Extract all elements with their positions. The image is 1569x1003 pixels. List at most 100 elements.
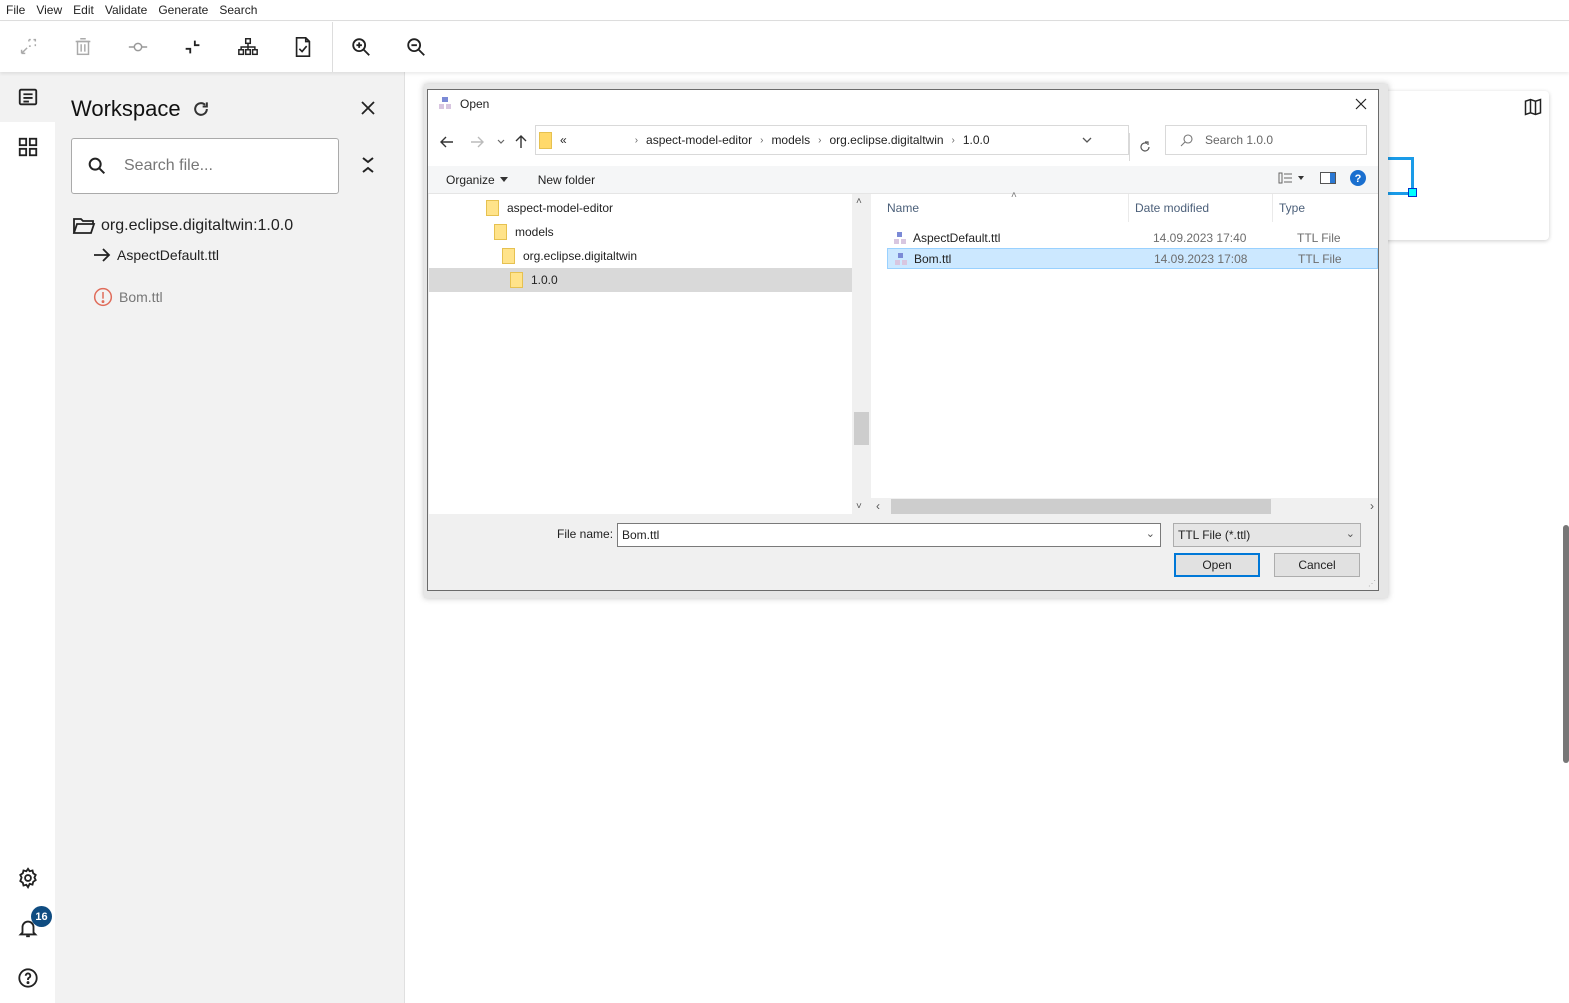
file-name-label: File name:: [557, 527, 614, 541]
file-type-value: TTL File (*.ttl): [1178, 528, 1251, 542]
menu-search[interactable]: Search: [219, 3, 257, 17]
preview-pane-button[interactable]: [1320, 172, 1336, 184]
rail-bottom: 16: [0, 853, 55, 1003]
tree-scrollbar[interactable]: ˄ ˅: [853, 194, 870, 514]
zoom-out-button[interactable]: [388, 22, 443, 72]
menu-file[interactable]: File: [6, 3, 25, 17]
help-icon: [17, 968, 38, 988]
tree-item[interactable]: org.eclipse.digitaltwin: [429, 244, 852, 268]
map-icon[interactable]: [1523, 97, 1543, 122]
column-header-name[interactable]: Name: [871, 194, 1129, 222]
ttl-file-icon: [895, 252, 907, 265]
scroll-down-icon[interactable]: ˅: [856, 501, 862, 512]
breadcrumb-item[interactable]: models: [771, 133, 810, 147]
caret-down-icon: [499, 177, 508, 182]
gear-icon: [18, 867, 37, 889]
tree-item-selected[interactable]: 1.0.0: [429, 268, 852, 292]
tree-item-label: models: [515, 225, 554, 239]
address-refresh-button[interactable]: [1129, 133, 1159, 161]
help-button[interactable]: [0, 953, 55, 1003]
address-dropdown-button[interactable]: [1082, 133, 1092, 147]
tree-item[interactable]: models: [429, 220, 852, 244]
file-date: 14.09.2023 17:40: [1153, 230, 1247, 245]
breadcrumb-item[interactable]: org.eclipse.digitaltwin: [829, 133, 943, 147]
preview-pane-icon: [1320, 172, 1336, 184]
arrow-right-icon: [94, 248, 111, 262]
breadcrumb-overflow[interactable]: «: [560, 133, 567, 147]
folder-tree: aspect-model-editor models org.eclipse.d…: [429, 194, 852, 514]
fit-to-screen-button[interactable]: [0, 22, 55, 72]
namespace-label: org.eclipse.digitaltwin:1.0.0: [101, 217, 294, 234]
dialog-search-field[interactable]: Search 1.0.0: [1165, 125, 1367, 155]
view-controls: ?: [1264, 170, 1366, 186]
menu-edit[interactable]: Edit: [73, 3, 94, 17]
format-button[interactable]: [220, 22, 275, 72]
workspace-file-bom[interactable]: Bom.ttl: [93, 287, 163, 307]
file-row-selected[interactable]: Bom.ttl 14.09.2023 17:08 TTL File: [887, 248, 1378, 269]
refresh-button[interactable]: [191, 99, 211, 119]
forward-button[interactable]: [466, 131, 488, 153]
connect-button[interactable]: [110, 22, 165, 72]
delete-button[interactable]: [55, 22, 110, 72]
breadcrumb-item[interactable]: aspect-model-editor: [646, 133, 752, 147]
error-icon: [93, 287, 113, 307]
tree-item[interactable]: aspect-model-editor: [429, 196, 852, 220]
breadcrumb-item[interactable]: 1.0.0: [963, 133, 990, 147]
column-header-date[interactable]: Date modified: [1129, 194, 1273, 222]
workspace-file-aspectdefault[interactable]: AspectDefault.ttl: [93, 247, 219, 263]
scrollbar-thumb[interactable]: [854, 412, 869, 445]
folder-icon: [486, 200, 499, 216]
chevron-down-icon[interactable]: ⌄: [1146, 527, 1155, 540]
dialog-search-placeholder: Search 1.0.0: [1205, 133, 1274, 147]
toolbar: [0, 22, 1569, 72]
menu-view[interactable]: View: [36, 3, 62, 17]
dialog-titlebar[interactable]: Open: [428, 90, 1378, 118]
recent-locations-button[interactable]: [490, 131, 512, 153]
open-button[interactable]: Open: [1174, 553, 1260, 577]
scrollbar-thumb[interactable]: [891, 499, 1271, 514]
address-bar[interactable]: « › aspect-model-editor › models › org.e…: [535, 125, 1150, 161]
close-sidebar-button[interactable]: [357, 97, 379, 119]
settings-button[interactable]: [0, 853, 55, 903]
refresh-icon: [193, 102, 208, 116]
search-file-input[interactable]: [124, 157, 324, 175]
scroll-left-icon[interactable]: ‹: [876, 499, 880, 513]
workspace-header: Workspace: [71, 96, 211, 122]
validate-button[interactable]: [275, 22, 330, 72]
notification-badge: 16: [31, 906, 52, 927]
svg-text:?: ?: [1355, 173, 1362, 185]
rail-workspace-button[interactable]: [0, 72, 55, 122]
file-type-select[interactable]: TTL File (*.ttl) ⌄: [1173, 523, 1361, 547]
rail-elements-button[interactable]: [0, 122, 55, 172]
minimap-resize-handle[interactable]: [1408, 188, 1417, 197]
new-folder-button[interactable]: New folder: [538, 173, 595, 187]
collapse-button[interactable]: [165, 22, 220, 72]
namespace-row[interactable]: org.eclipse.digitaltwin:1.0.0: [72, 216, 293, 236]
refresh-icon: [1139, 141, 1150, 152]
file-name: AspectDefault.ttl: [913, 230, 1001, 245]
canvas-scrollbar[interactable]: [1563, 525, 1569, 763]
zoom-in-button[interactable]: [333, 22, 388, 72]
dialog-close-button[interactable]: [1352, 95, 1370, 113]
back-button[interactable]: [436, 131, 458, 153]
connect-node-icon: [128, 42, 147, 52]
notifications-button[interactable]: 16: [0, 903, 55, 953]
help-button[interactable]: ?: [1350, 170, 1366, 186]
scroll-right-icon[interactable]: ›: [1370, 499, 1374, 513]
resize-grip[interactable]: ⋰: [1368, 579, 1376, 588]
column-header-type[interactable]: Type: [1273, 194, 1378, 222]
file-list-hscrollbar[interactable]: ‹ ›: [871, 498, 1378, 515]
file-name-input[interactable]: Bom.ttl ⌄: [617, 523, 1161, 547]
menu-validate[interactable]: Validate: [105, 3, 147, 17]
search-file-field[interactable]: [71, 138, 339, 194]
cancel-button[interactable]: Cancel: [1274, 553, 1360, 577]
organize-button[interactable]: Organize: [446, 173, 508, 187]
collapse-all-button[interactable]: [359, 154, 377, 176]
minimap[interactable]: [1377, 91, 1549, 240]
file-row[interactable]: AspectDefault.ttl 14.09.2023 17:40 TTL F…: [887, 227, 1378, 248]
menu-generate[interactable]: Generate: [158, 3, 208, 17]
expand-arrows-icon: [20, 38, 36, 55]
change-view-button[interactable]: [1278, 172, 1306, 184]
up-button[interactable]: [510, 131, 532, 153]
scroll-up-icon[interactable]: ˄: [856, 196, 862, 207]
